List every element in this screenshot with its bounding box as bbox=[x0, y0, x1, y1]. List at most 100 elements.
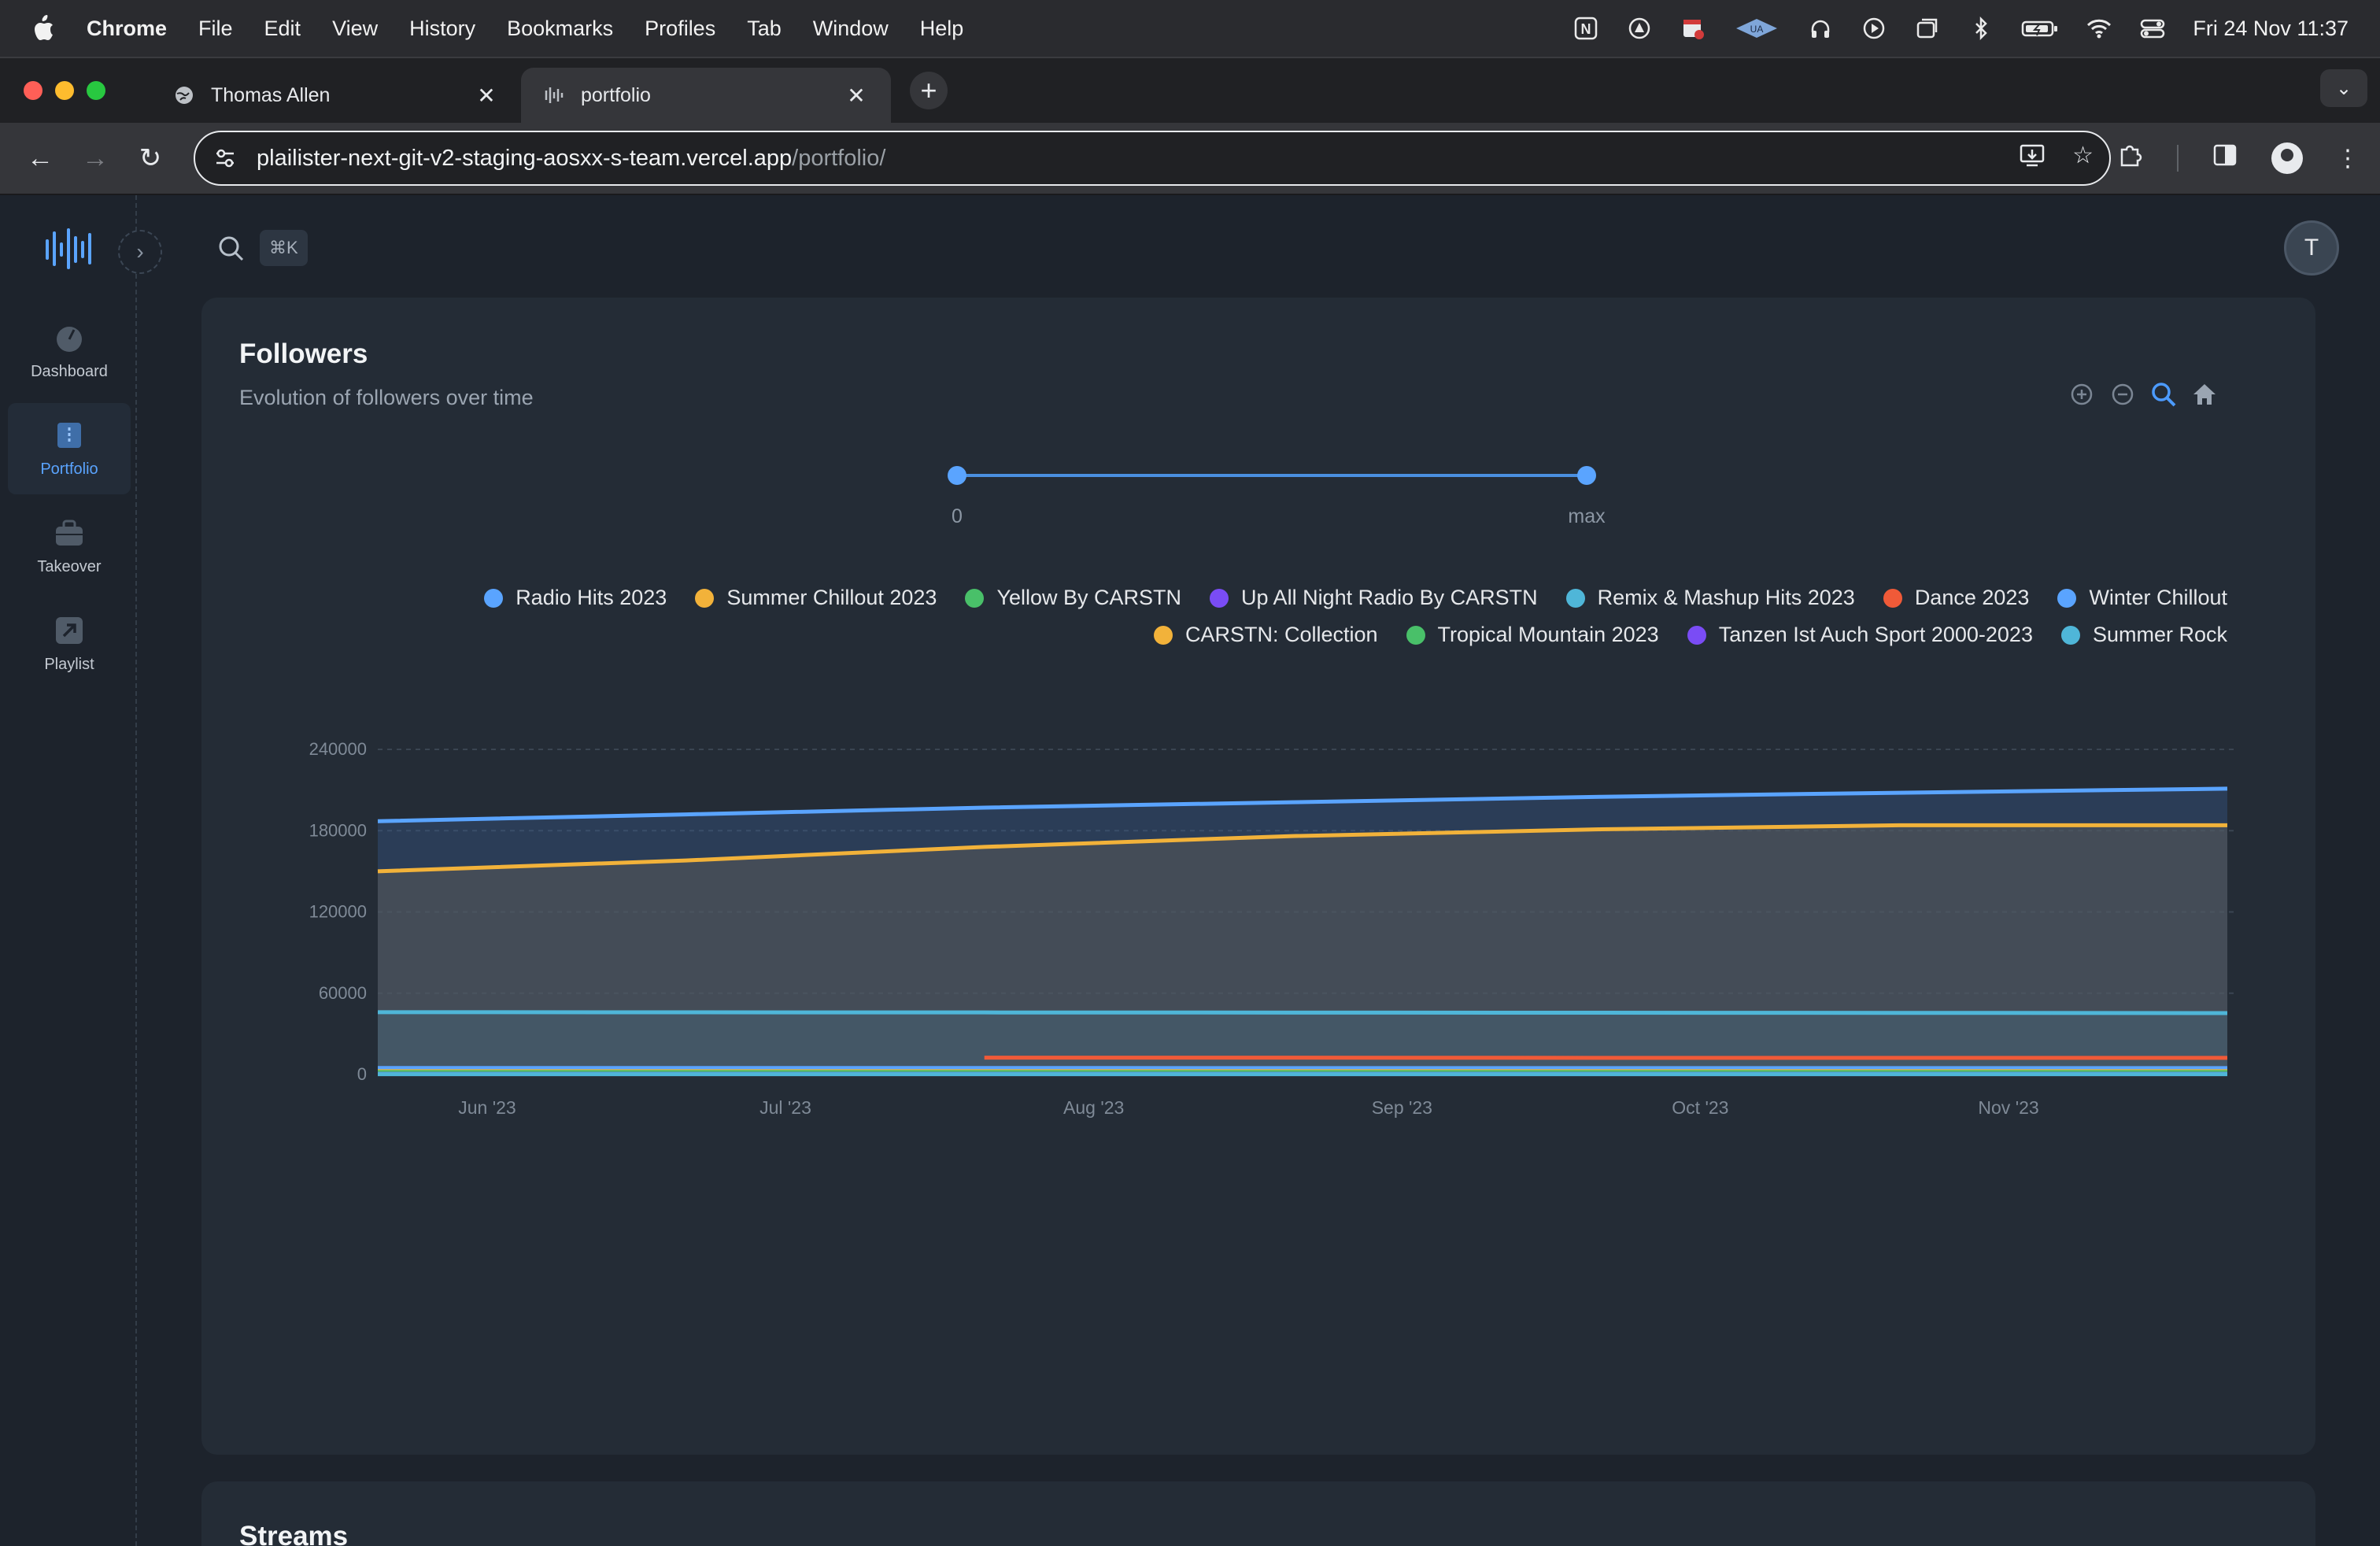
bluetooth-icon[interactable] bbox=[1968, 15, 1994, 42]
legend-item[interactable]: Summer Rock bbox=[2060, 623, 2227, 647]
battery-icon[interactable] bbox=[2021, 15, 2059, 42]
search-shortcut-badge[interactable]: ⌘K bbox=[260, 230, 308, 266]
legend-item[interactable]: Yellow By CARSTN bbox=[965, 586, 1181, 610]
install-app-icon[interactable] bbox=[2019, 142, 2046, 175]
y-tick-label: 240000 bbox=[309, 739, 367, 759]
close-tab-icon[interactable]: ✕ bbox=[844, 83, 869, 109]
plailister-logo-icon[interactable] bbox=[44, 227, 93, 271]
control-center-icon[interactable] bbox=[2139, 15, 2166, 42]
menu-tab[interactable]: Tab bbox=[747, 17, 782, 41]
svg-text:N: N bbox=[1581, 21, 1591, 37]
user-avatar[interactable]: T bbox=[2284, 220, 2339, 276]
legend-item[interactable]: Tanzen Ist Auch Sport 2000-2023 bbox=[1687, 623, 2033, 647]
window-switcher-icon[interactable] bbox=[1914, 15, 1941, 42]
sidebar: Dashboard Portfolio Takeover Playlist bbox=[0, 195, 137, 1546]
minimize-window-button[interactable] bbox=[55, 81, 74, 100]
macos-menu-bar: Chrome File Edit View History Bookmarks … bbox=[0, 0, 2380, 57]
menu-history[interactable]: History bbox=[409, 17, 475, 41]
menu-help[interactable]: Help bbox=[920, 17, 964, 41]
legend-label: Up All Night Radio By CARSTN bbox=[1241, 586, 1538, 609]
legend-swatch bbox=[1210, 588, 1229, 608]
range-min-label: 0 bbox=[952, 505, 963, 527]
menu-view[interactable]: View bbox=[332, 17, 378, 41]
legend-item[interactable]: Radio Hits 2023 bbox=[484, 586, 667, 610]
menu-window[interactable]: Window bbox=[813, 17, 889, 41]
extensions-puzzle-icon[interactable] bbox=[2117, 142, 2144, 175]
menubar-clock[interactable]: Fri 24 Nov 11:37 bbox=[2193, 17, 2349, 41]
side-panel-icon[interactable] bbox=[2212, 142, 2238, 175]
legend-swatch bbox=[965, 588, 985, 608]
legend-label: CARSTN: Collection bbox=[1184, 623, 1378, 646]
play-icon[interactable] bbox=[1861, 15, 1887, 42]
zoom-window-button[interactable] bbox=[87, 81, 105, 100]
legend-swatch bbox=[1883, 588, 1902, 608]
notion-icon[interactable]: N bbox=[1572, 15, 1599, 42]
close-window-button[interactable] bbox=[24, 81, 42, 100]
sidebar-item-portfolio[interactable]: Portfolio bbox=[8, 403, 131, 494]
tab-search-chevron-icon[interactable]: ⌄ bbox=[2320, 69, 2367, 107]
headphones-icon[interactable] bbox=[1807, 15, 1834, 42]
legend-label: Winter Chillout bbox=[2089, 586, 2227, 609]
followers-chart[interactable]: 0 60000 120000 180000 240000 Jun '23 Jul '23 Au… bbox=[201, 668, 2315, 1447]
menu-file[interactable]: File bbox=[198, 17, 233, 41]
bookmark-star-icon[interactable]: ☆ bbox=[2072, 142, 2094, 175]
portfolio-icon bbox=[54, 420, 85, 451]
menu-bookmarks[interactable]: Bookmarks bbox=[507, 17, 613, 41]
vpn-icon[interactable]: UA bbox=[1733, 15, 1780, 42]
sidebar-item-takeover[interactable]: Takeover bbox=[8, 501, 131, 592]
legend-item[interactable]: Dance 2023 bbox=[1883, 586, 2030, 610]
window-controls bbox=[24, 81, 105, 100]
search-icon[interactable] bbox=[216, 233, 247, 264]
legend-item[interactable]: Up All Night Radio By CARSTN bbox=[1210, 586, 1538, 610]
legend-label: Yellow By CARSTN bbox=[996, 586, 1182, 609]
address-bar[interactable]: plailister-next-git-v2-staging-aosxx-s-t… bbox=[194, 131, 2111, 186]
legend-item[interactable]: Winter Chillout bbox=[2057, 586, 2227, 610]
series-area bbox=[378, 1012, 2227, 1074]
x-tick-label: Jul '23 bbox=[759, 1097, 811, 1118]
menu-profiles[interactable]: Profiles bbox=[645, 17, 715, 41]
apple-logo-icon[interactable] bbox=[31, 15, 55, 42]
zoom-out-icon[interactable] bbox=[2109, 381, 2136, 408]
chrome-menu-icon[interactable]: ⋮ bbox=[2336, 145, 2360, 172]
expand-sidebar-chevron-icon[interactable]: › bbox=[118, 230, 162, 274]
selection-zoom-icon[interactable] bbox=[2150, 381, 2177, 408]
range-min-handle[interactable] bbox=[948, 466, 966, 485]
reset-home-icon[interactable] bbox=[2191, 381, 2218, 408]
menu-edit[interactable]: Edit bbox=[264, 17, 301, 41]
site-settings-icon[interactable] bbox=[211, 144, 239, 172]
browser-toolbar: ← → ↻ plailister-next-git-v2-staging-aos… bbox=[0, 123, 2380, 195]
legend-swatch bbox=[1406, 625, 1425, 645]
close-tab-icon[interactable]: ✕ bbox=[474, 83, 499, 109]
sidebar-item-playlist[interactable]: Playlist bbox=[8, 598, 131, 690]
toolbar-divider bbox=[2177, 145, 2179, 172]
calendar-alert-icon[interactable] bbox=[1680, 15, 1706, 42]
new-tab-button[interactable]: + bbox=[910, 72, 948, 109]
wifi-icon[interactable] bbox=[2086, 15, 2112, 42]
drive-sync-icon[interactable] bbox=[1626, 15, 1653, 42]
tab-thomas-allen[interactable]: Thomas Allen ✕ bbox=[151, 68, 521, 123]
chart-legend: Radio Hits 2023 Summer Chillout 2023 Yel… bbox=[338, 586, 2227, 647]
sidebar-item-dashboard[interactable]: Dashboard bbox=[8, 305, 131, 397]
globe-icon bbox=[173, 84, 195, 106]
tab-title: portfolio bbox=[581, 83, 651, 106]
followers-title: Followers bbox=[239, 338, 368, 369]
browser-tab-strip: Thomas Allen ✕ portfolio ✕ + ⌄ bbox=[0, 57, 2380, 123]
legend-item[interactable]: Summer Chillout 2023 bbox=[695, 586, 937, 610]
forward-arrow-icon[interactable]: → bbox=[76, 139, 115, 178]
y-tick-label: 180000 bbox=[309, 820, 367, 840]
date-range-slider[interactable]: 0 max bbox=[941, 458, 1618, 537]
legend-item[interactable]: Tropical Mountain 2023 bbox=[1406, 623, 1659, 647]
legend-item[interactable]: Remix & Mashup Hits 2023 bbox=[1565, 586, 1855, 610]
profile-avatar-icon[interactable] bbox=[2271, 142, 2303, 174]
menu-app-name[interactable]: Chrome bbox=[87, 17, 167, 41]
sidebar-item-label: Portfolio bbox=[40, 460, 98, 478]
legend-label: Dance 2023 bbox=[1914, 586, 2030, 609]
gauge-icon bbox=[54, 322, 85, 353]
zoom-in-icon[interactable] bbox=[2068, 381, 2095, 408]
range-max-handle[interactable] bbox=[1577, 466, 1596, 485]
legend-item[interactable]: CARSTN: Collection bbox=[1153, 623, 1378, 647]
reload-icon[interactable]: ↻ bbox=[131, 139, 170, 178]
tab-portfolio[interactable]: portfolio ✕ bbox=[521, 68, 891, 123]
back-arrow-icon[interactable]: ← bbox=[20, 139, 60, 178]
y-tick-label: 120000 bbox=[309, 902, 367, 922]
